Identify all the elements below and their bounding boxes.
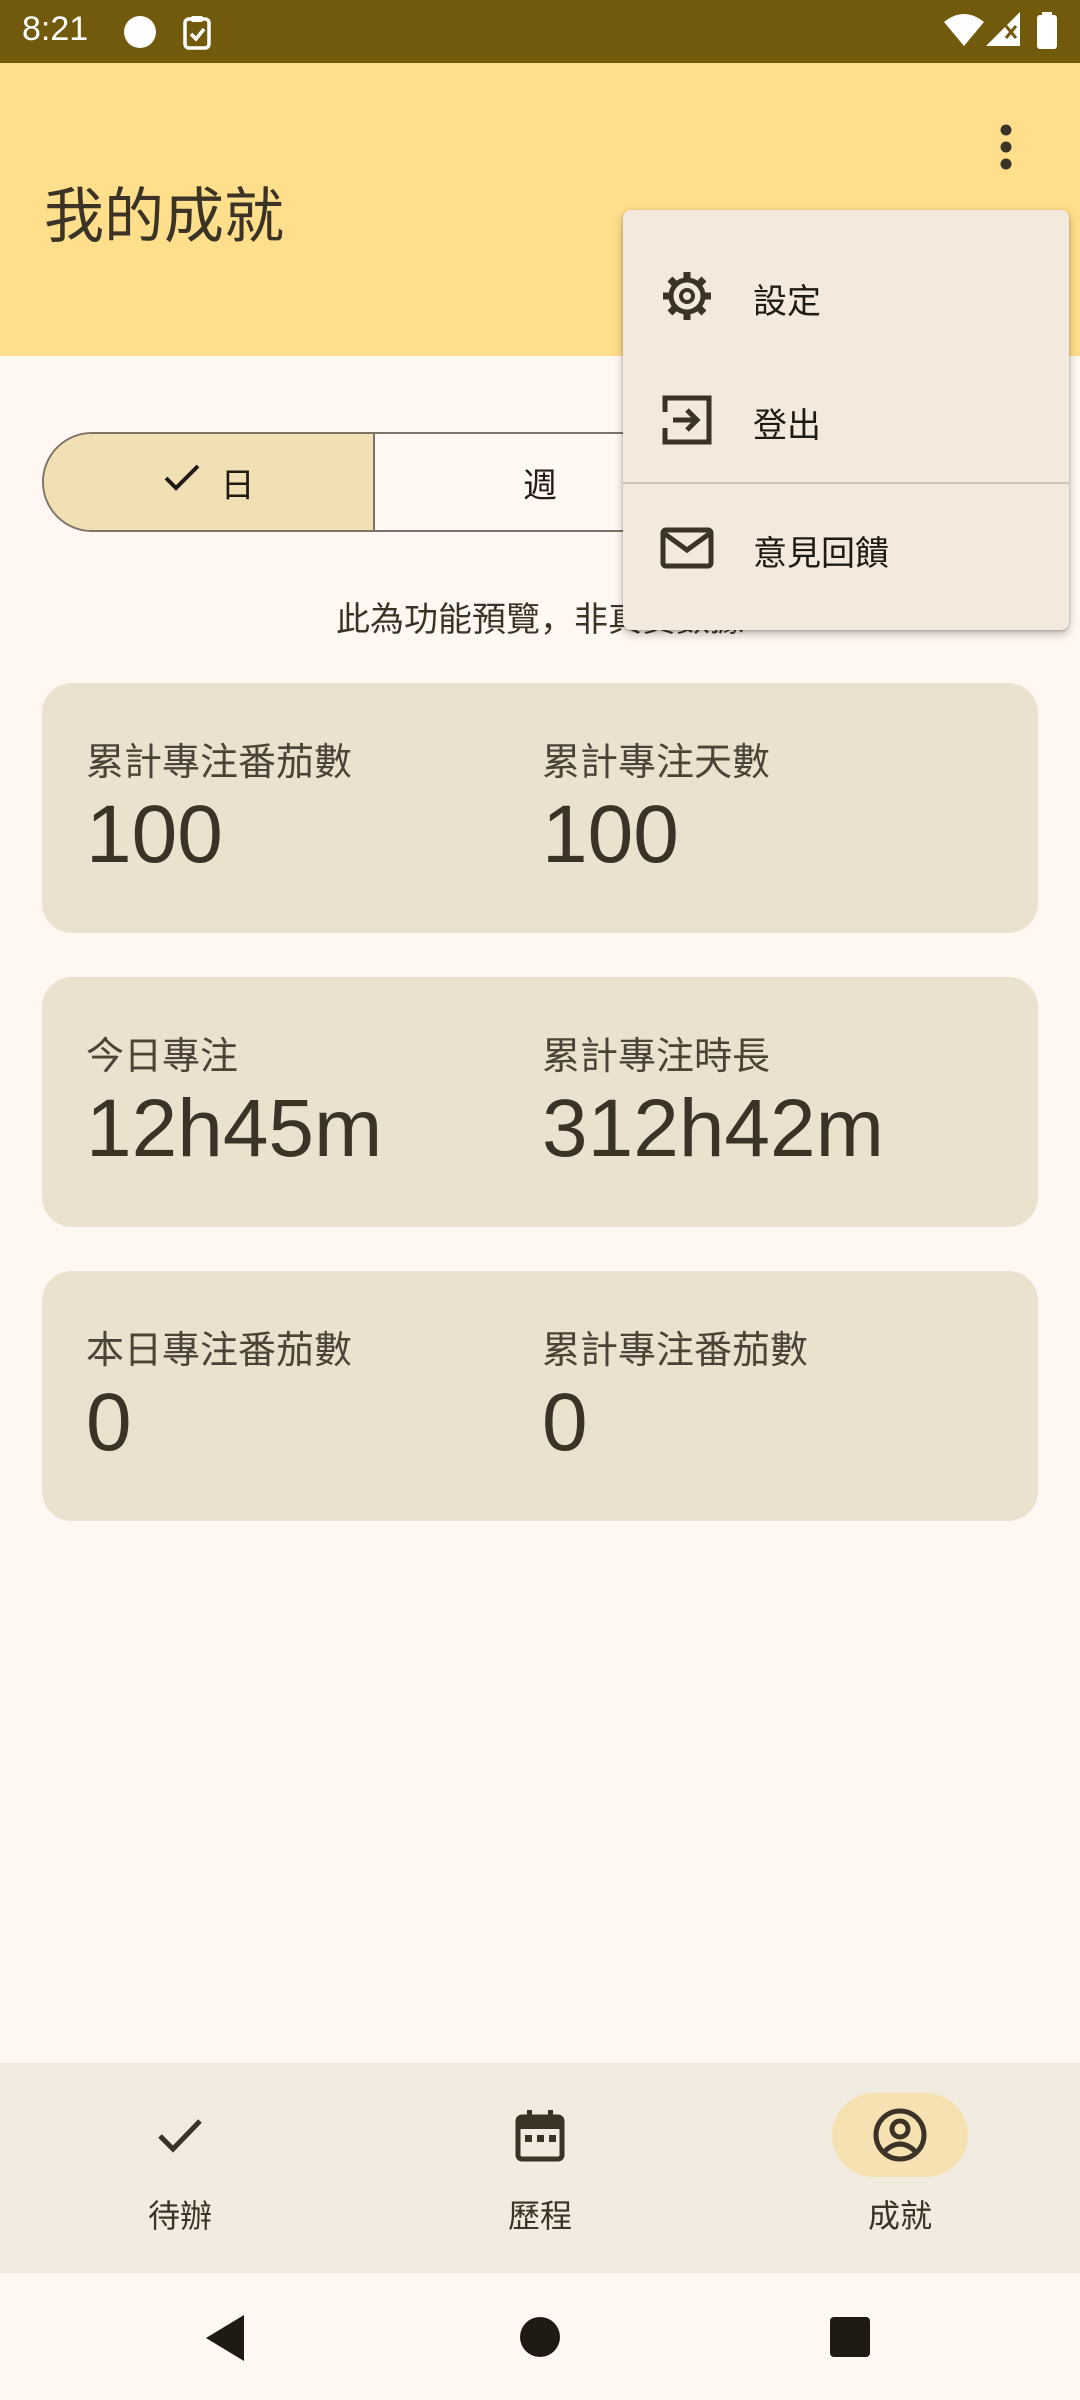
logout-icon [662, 395, 712, 445]
more-options-button[interactable] [972, 113, 1040, 181]
nav-item-achievements[interactable]: 成就 [720, 2063, 1080, 2273]
stat-label: 累計專注番茄數 [542, 1328, 809, 1372]
stat-total-days: 累計專注天數 100 [542, 731, 770, 882]
stat-value: 312h42m [542, 1083, 884, 1174]
stat-label: 今日專注 [86, 1034, 239, 1078]
stat-label: 累計專注時長 [542, 1034, 771, 1078]
segment-day[interactable]: 日 [44, 434, 376, 530]
nav-label: 歷程 [507, 2197, 572, 2235]
calendar-icon [515, 2110, 565, 2162]
back-icon[interactable] [204, 2313, 248, 2367]
stat-label: 本日專注番茄數 [86, 1328, 353, 1372]
mail-icon [660, 527, 714, 569]
menu-item-logout[interactable]: 登出 [623, 360, 1069, 478]
gear-icon [663, 272, 711, 320]
stats-card: 本日專注番茄數 0 累計專注番茄數 0 [42, 1271, 1038, 1521]
more-vert-icon [1000, 124, 1012, 170]
stat-value: 0 [542, 1377, 588, 1468]
nav-label: 待辦 [147, 2197, 212, 2235]
nav-label: 成就 [867, 2197, 932, 2235]
stat-total-pomodoros-2: 累計專注番茄數 0 [542, 1319, 808, 1470]
nav-item-todo[interactable]: 待辦 [0, 2063, 360, 2273]
menu-item-label: 意見回饋 [753, 534, 889, 574]
system-navigation-bar [0, 2273, 1080, 2400]
menu-item-label: 登出 [753, 406, 821, 446]
menu-item-feedback[interactable]: 意見回饋 [623, 488, 1069, 606]
menu-item-settings[interactable]: 設定 [623, 236, 1069, 354]
stat-value: 100 [542, 789, 679, 880]
stat-label: 累計專注番茄數 [86, 740, 353, 784]
signal-icon [986, 12, 1022, 50]
overflow-menu: 設定 登出 意見回饋 [623, 210, 1069, 630]
recents-icon[interactable] [830, 2317, 870, 2357]
clipboard-check-icon [182, 14, 212, 54]
stat-today-focus: 今日專注 12h45m [86, 1025, 382, 1176]
status-bar: 8:21 [0, 0, 1080, 63]
wifi-icon [944, 12, 984, 50]
nav-item-history[interactable]: 歷程 [360, 2063, 720, 2273]
check-icon [163, 462, 201, 502]
stat-value: 100 [86, 789, 223, 880]
stats-card: 今日專注 12h45m 累計專注時長 312h42m [42, 977, 1038, 1227]
menu-item-label: 設定 [753, 282, 821, 322]
notification-dot-icon [124, 16, 156, 48]
page-title: 我的成就 [44, 182, 284, 252]
stat-value: 12h45m [86, 1083, 383, 1174]
stat-value: 0 [86, 1377, 132, 1468]
status-time: 8:21 [22, 10, 89, 48]
stat-today-pomodoros: 本日專注番茄數 0 [86, 1319, 352, 1470]
bottom-navigation: 待辦 歷程 成就 [0, 2063, 1080, 2273]
account-circle-icon [873, 2108, 927, 2162]
battery-icon [1036, 12, 1058, 54]
menu-divider [623, 482, 1069, 484]
segment-week-label: 週 [522, 465, 557, 506]
home-icon[interactable] [520, 2317, 560, 2357]
stats-card: 累計專注番茄數 100 累計專注天數 100 [42, 683, 1038, 933]
stat-label: 累計專注天數 [542, 740, 771, 784]
check-icon [158, 2119, 202, 2153]
stat-total-pomodoros: 累計專注番茄數 100 [86, 731, 352, 882]
segment-day-label: 日 [220, 465, 255, 506]
stat-total-focus-time: 累計專注時長 312h42m [542, 1025, 884, 1176]
